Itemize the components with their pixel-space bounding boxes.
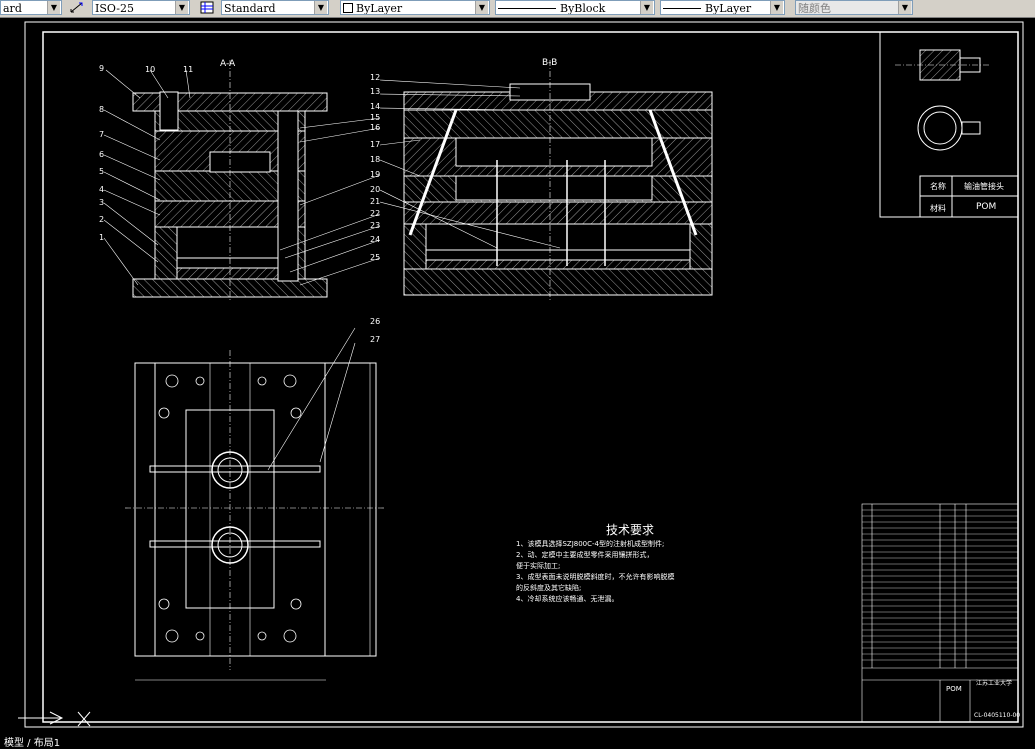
chevron-down-icon[interactable]: ▼ [770,1,783,14]
tech-requirement-line: 4、冷却系统应该畅通、无泄漏。 [516,595,619,603]
section-bb-view [403,60,713,300]
part-label: 27 [370,335,381,344]
chevron-down-icon[interactable]: ▼ [47,1,60,14]
part-label: 24 [370,235,381,244]
tech-requirement-line: 的反斜度及其它缺陷; [516,584,582,592]
title-block-drawing-no: CL-0405110-00 [974,712,1021,719]
part-label: 15 [370,113,381,122]
table-style-value: Standard [224,2,276,15]
drawing-canvas[interactable]: A-A B-B 9 10 11 8 7 6 5 4 3 2 1 12 13 14… [0,17,1035,732]
title-block-material: POM [946,685,962,693]
lineweight-control-dropdown[interactable]: ByLayer ▼ [660,0,785,15]
color-value: ByLayer [356,2,403,15]
text-style-dropdown[interactable]: ard ▼ [0,0,62,15]
dim-style-icon [70,2,83,13]
part-name-value: 输油管接头 [964,182,1004,191]
tech-requirements-title: 技术要求 [606,523,655,537]
part-label: 19 [370,170,381,179]
part-label: 25 [370,253,381,262]
tech-requirement-line: 3、成型表面未说明脱模斜度时，不允许有影响脱模 [516,573,675,581]
plan-view [125,327,385,681]
part-name-label: 名称 [930,182,946,191]
part-label: 2 [99,215,105,224]
tech-requirement-line: 2、动、定模中主要成型零件采用镶拼形式， [516,551,654,559]
chevron-down-icon[interactable]: ▼ [475,1,488,14]
part-label: 11 [183,65,194,74]
lineweight-sample [663,8,701,9]
part-label: 20 [370,185,381,194]
table-style-dropdown[interactable]: Standard ▼ [221,0,329,15]
tech-requirement-line: 便于实际加工; [516,562,561,570]
color-swatch [343,3,353,13]
chevron-down-icon[interactable]: ▼ [175,1,188,14]
title-block [861,503,1019,723]
section-aa-view [132,60,328,300]
part-label: 12 [370,73,381,82]
part-label: 13 [370,87,381,96]
tech-requirement-line: 1、该模具选择SZJ800C-4型的注射机成型制件; [516,540,665,548]
drawing-svg: A-A B-B [18,21,1024,728]
chevron-down-icon[interactable]: ▼ [640,1,653,14]
table-style-icon [200,1,214,14]
part-label: 5 [99,167,105,176]
chevron-down-icon[interactable]: ▼ [314,1,327,14]
part-label: 23 [370,221,381,230]
part-material-label: 材料 [930,204,946,213]
linetype-value: ByBlock [560,2,606,15]
part-label: 18 [370,155,381,164]
chevron-down-icon[interactable]: ▼ [898,1,911,14]
linetype-sample [498,8,556,9]
dim-style-dropdown[interactable]: ISO-25 ▼ [92,0,190,15]
ucs-icon [18,711,91,727]
part-label: 10 [145,65,156,74]
plotstyle-value: 随颜色 [798,2,831,15]
part-material-value: POM [976,202,997,212]
part-label: 22 [370,209,381,218]
plotstyle-control-dropdown[interactable]: 随颜色 ▼ [795,0,913,15]
part-label: 9 [99,64,105,73]
text-style-value: ard [3,2,22,15]
part-label: 4 [99,185,105,194]
part-label: 3 [99,198,105,207]
part-label: 21 [370,197,381,206]
dim-style-value: ISO-25 [95,2,135,15]
part-label: 14 [370,102,381,111]
section-aa-label: A-A [220,59,236,69]
properties-toolbar: ard ▼ ISO-25 ▼ Standard ▼ ByLayer ▼ ByBl… [0,0,1035,18]
part-label: 6 [99,150,105,159]
color-control-dropdown[interactable]: ByLayer ▼ [340,0,490,15]
part-label: 26 [370,317,381,326]
part-label: 7 [99,130,105,139]
part-label: 17 [370,140,381,149]
part-label: 8 [99,105,105,114]
lineweight-value: ByLayer [705,2,752,15]
section-bb-label: B-B [542,58,557,68]
title-block-school: 江苏工业大学 [976,680,1013,687]
part-label: 16 [370,123,381,132]
linetype-control-dropdown[interactable]: ByBlock ▼ [495,0,655,15]
part-label: 1 [99,233,105,242]
layout-tabs-bar: 模型 / 布局1 [0,732,1035,749]
